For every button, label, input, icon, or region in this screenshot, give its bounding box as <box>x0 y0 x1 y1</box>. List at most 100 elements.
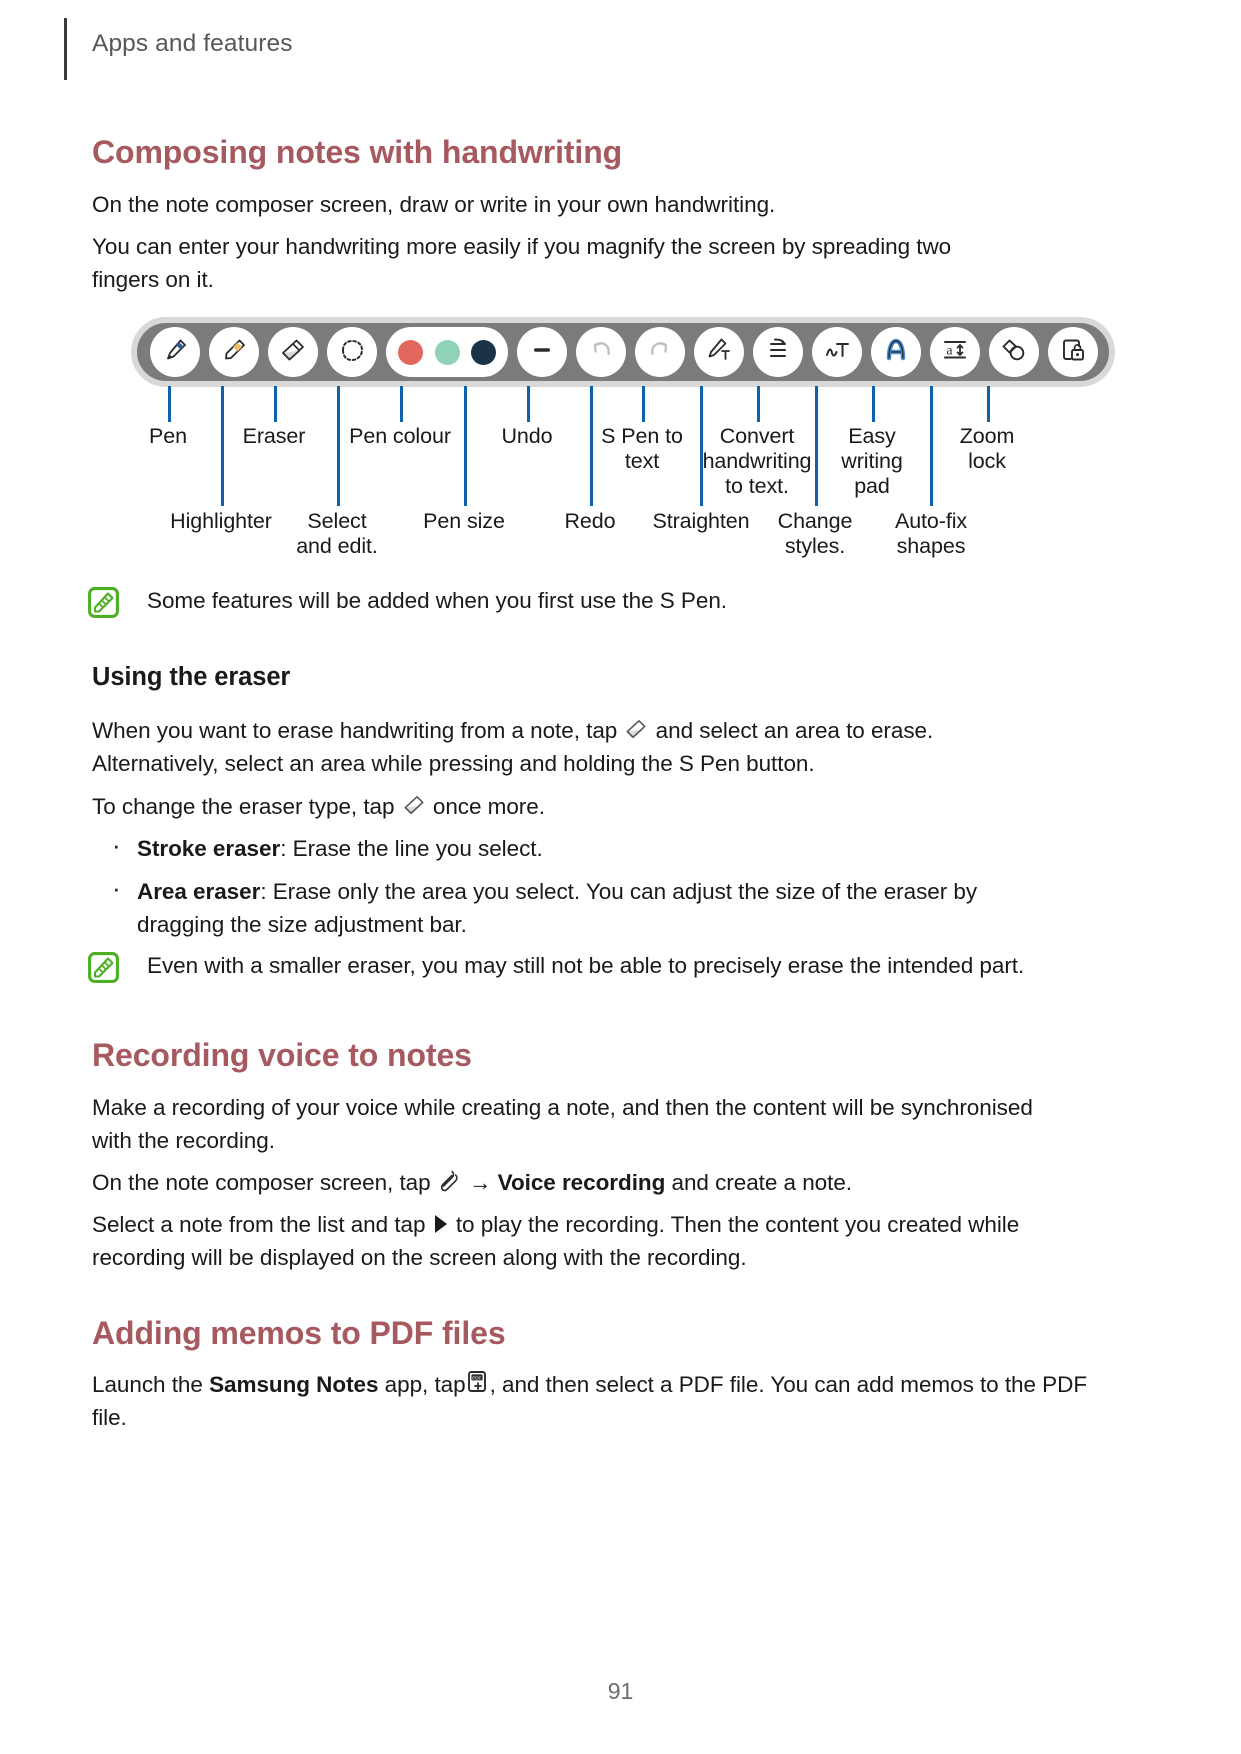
figure-label-straighten: Straighten <box>652 509 750 533</box>
recording-p2-bold: Voice recording <box>497 1170 666 1195</box>
pen-colour-button[interactable] <box>386 327 508 377</box>
zoom-lock-button[interactable] <box>1048 327 1098 377</box>
figure-label-auto-fix-shapes: Auto-fix shapes <box>894 509 968 558</box>
figure-label-pen: Pen <box>149 424 187 448</box>
figure-label-pen-colour: Pen colour <box>349 424 451 448</box>
bullet-term-stroke-eraser: Stroke eraser <box>137 836 281 861</box>
figure-label-undo: Undo <box>501 424 553 448</box>
section-heading-recording: Recording voice to notes <box>92 1037 472 1073</box>
running-head-rule <box>64 18 67 80</box>
note-text-s-pen: Some features will be added when you fir… <box>147 588 727 613</box>
page-number: 91 <box>607 1678 634 1704</box>
figure-label-highlighter: Highlighter <box>170 509 272 533</box>
pdf-p1-bold: Samsung Notes <box>209 1372 379 1397</box>
figure-label-select-and-edit: Select and edit. <box>296 509 378 558</box>
composing-paragraph-1: On the note composer screen, draw or wri… <box>92 192 776 217</box>
running-head-title: Apps and features <box>92 30 293 57</box>
leader-s-pen-to-text <box>642 386 645 422</box>
pdf-paragraph-1: Launch the Samsung Notes app, tap PDF , … <box>92 1368 1092 1434</box>
convert-handwriting-to-text-button[interactable] <box>812 327 862 377</box>
recording-paragraph-1: Make a recording of your voice while cre… <box>92 1095 1033 1153</box>
bullet-rest-stroke-eraser: : Erase the line you select. <box>280 836 543 861</box>
add-pdf-icon: PDF <box>466 1370 490 1396</box>
recording-paragraph-2: On the note composer screen, tap → Voice… <box>92 1166 1082 1199</box>
running-head: Apps and features <box>0 18 1241 80</box>
pen-button[interactable] <box>150 327 200 377</box>
redo-icon <box>645 335 675 370</box>
eraser-p2-text-b: once more. <box>432 794 545 819</box>
recording-p2-text-b: and create a note. <box>671 1170 853 1195</box>
leader-pen-colour <box>400 386 403 422</box>
note-icon <box>88 952 119 983</box>
note-callout-smaller-eraser: Even with a smaller eraser, you may stil… <box>88 950 1098 983</box>
list-item: Stroke eraser: Erase the line you select… <box>92 829 1012 865</box>
attach-clip-icon <box>437 1169 463 1195</box>
eraser-paragraph-1: When you want to erase handwriting from … <box>92 714 1052 780</box>
section-heading-composing: Composing notes with handwriting <box>92 134 623 170</box>
pen-size-button[interactable] <box>517 327 567 377</box>
auto-fix-shapes-icon <box>999 335 1029 370</box>
highlighter-icon <box>219 335 249 370</box>
s-pen-to-text-button[interactable] <box>694 327 744 377</box>
recording-paragraph-3: Select a note from the list and tap to p… <box>92 1208 1067 1274</box>
undo-button[interactable] <box>576 327 626 377</box>
recording-p3-text-a: Select a note from the list and tap <box>92 1212 426 1237</box>
leader-undo <box>527 386 530 422</box>
list-item: Area eraser: Erase only the area you sel… <box>92 872 1012 941</box>
eraser-p2-text-a: To change the eraser type, tap <box>92 794 395 819</box>
convert-handwriting-to-text-icon <box>822 335 852 370</box>
pen-size-icon <box>527 335 557 370</box>
note-icon <box>88 587 119 618</box>
pdf-p1-text-a: Launch the <box>92 1372 203 1397</box>
leader-auto-fix-shapes <box>930 386 933 506</box>
straighten-button[interactable] <box>753 327 803 377</box>
svg-text:PDF: PDF <box>472 1376 481 1381</box>
leader-easy-writing-pad <box>872 386 875 422</box>
eraser-inline-icon-2 <box>401 792 427 818</box>
s-pen-to-text-icon <box>704 335 734 370</box>
select-and-edit-button[interactable] <box>327 327 377 377</box>
easy-writing-pad-button[interactable]: a <box>930 327 980 377</box>
select-and-edit-icon <box>337 335 367 370</box>
figure-label-pen-size: Pen size <box>423 509 505 533</box>
pen-colour-swatch-red[interactable] <box>397 339 423 365</box>
pen-colour-swatch-navy[interactable] <box>471 339 497 365</box>
auto-fix-shapes-button[interactable] <box>989 327 1039 377</box>
highlighter-button[interactable] <box>209 327 259 377</box>
svg-text:a: a <box>947 342 953 357</box>
figure-label-convert-handwriting: Convert handwriting to text. <box>702 424 812 498</box>
leader-zoom-lock <box>987 386 990 422</box>
composing-paragraph-2: You can enter your handwriting more easi… <box>92 234 952 292</box>
undo-icon <box>586 335 616 370</box>
figure-label-redo: Redo <box>564 509 616 533</box>
figure-label-s-pen-to-text: S Pen to text <box>601 424 683 473</box>
pdf-p1-text-b: app, tap <box>384 1372 466 1397</box>
pen-icon <box>160 335 190 370</box>
eraser-icon <box>278 335 308 370</box>
figure-label-easy-writing-pad: Easy writing pad <box>841 424 903 498</box>
easy-writing-pad-icon: a <box>940 335 970 370</box>
eraser-p1-text-a: When you want to erase handwriting from … <box>92 718 618 743</box>
leader-eraser <box>274 386 277 422</box>
bullet-rest-area-eraser: : Erase only the area you select. You ca… <box>137 879 978 937</box>
recording-p2-arrow: → <box>469 1170 492 1195</box>
section-heading-pdf: Adding memos to PDF files <box>92 1315 506 1351</box>
figure-label-change-styles: Change styles. <box>777 509 853 558</box>
zoom-lock-icon <box>1058 335 1088 370</box>
eraser-button[interactable] <box>268 327 318 377</box>
change-styles-button[interactable] <box>871 327 921 377</box>
eraser-bullet-list: Stroke eraser: Erase the line you select… <box>92 829 1012 951</box>
recording-p2-text-a: On the note composer screen, tap <box>92 1170 431 1195</box>
eraser-inline-icon-1 <box>623 716 649 742</box>
s-pen-toolbar[interactable]: a <box>131 317 1115 387</box>
eraser-paragraph-2: To change the eraser type, tap once more… <box>92 790 1052 823</box>
note-callout-s-pen: Some features will be added when you fir… <box>88 585 1088 618</box>
straighten-icon <box>763 335 793 370</box>
leader-convert-handwriting <box>757 386 760 422</box>
play-icon <box>432 1211 450 1233</box>
pen-colour-swatch-green[interactable] <box>434 339 460 365</box>
bullet-term-area-eraser: Area eraser <box>137 879 261 904</box>
change-styles-icon <box>881 335 911 370</box>
redo-button[interactable] <box>635 327 685 377</box>
leader-pen <box>168 386 171 422</box>
